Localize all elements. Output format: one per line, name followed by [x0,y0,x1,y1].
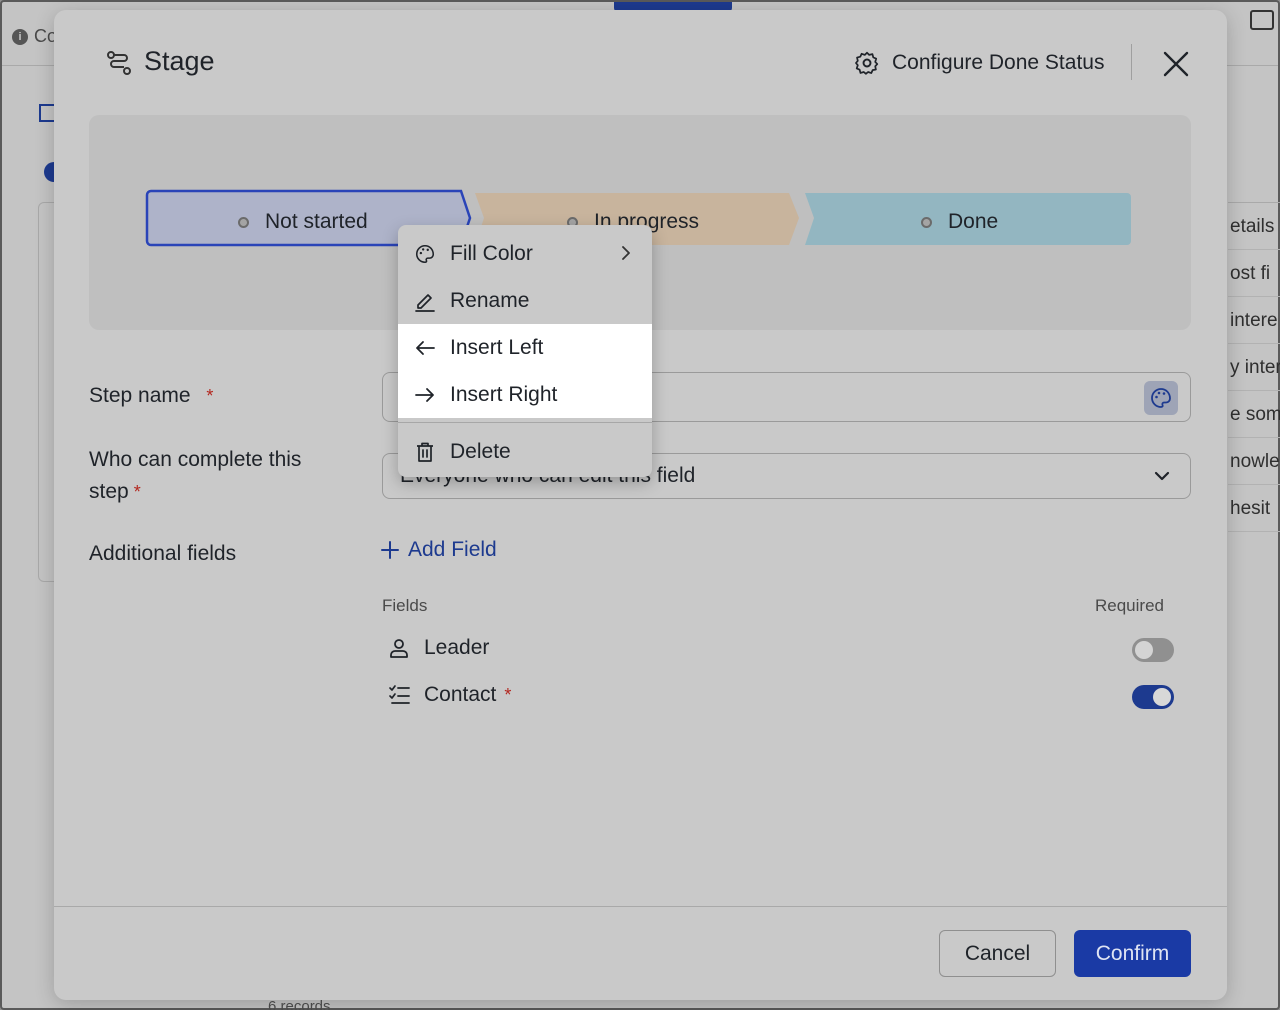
stage-not-started[interactable]: Not started [238,210,368,234]
menu-item-rename[interactable]: Rename [398,277,652,324]
arrow-left-icon [416,340,435,355]
menu-item-label: Insert Right [450,382,558,406]
background-column: etails ost fi intere y inter e som nowle… [1228,202,1280,582]
fields-column-header: Fields [382,596,428,615]
required-toggle-contact[interactable] [1132,685,1174,709]
who-label-line2: step [89,480,129,503]
step-name-text: Step name [89,384,191,407]
add-field-label: Add Field [408,538,497,561]
stage-label: Not started [265,210,368,233]
who-can-complete-label: Who can complete this step * [89,444,301,508]
checklist-icon [389,685,410,704]
required-star: * [128,482,141,502]
dialog-title: Stage [144,46,215,76]
stage-dialog: Stage Configure Done Status Not started … [54,10,1227,1000]
menu-item-label: Fill Color [450,241,533,265]
toggle-knob [1153,688,1171,706]
background-cell: ost fi [1228,250,1280,297]
arrow-right-icon [415,387,434,402]
configure-done-status-label: Configure Done Status [892,51,1105,74]
menu-item-label: Delete [450,439,511,463]
background-cell: hesit [1228,485,1280,532]
stage-dot-icon [238,216,249,228]
required-star: * [504,684,512,705]
field-row-leader: Leader [388,636,489,660]
required-column-header: Required [1095,596,1164,615]
menu-item-fill-color[interactable]: Fill Color [398,230,652,277]
chevron-right-icon [622,246,630,260]
stage-flow-icon [107,51,131,75]
background-cell: y inter [1228,344,1280,391]
palette-icon [416,244,435,263]
required-star: * [196,386,214,406]
background-cell: nowle [1228,438,1280,485]
monitor-icon [1250,10,1274,30]
chevron-down-icon [1154,471,1170,481]
toggle-knob [1135,641,1153,659]
pencil-icon [415,293,435,312]
gear-icon [855,51,879,75]
stage-dot-icon [921,216,932,228]
field-label: Contact [424,683,497,706]
trash-icon [417,442,433,462]
required-toggle-leader[interactable] [1132,638,1174,662]
background-cell: e som [1228,391,1280,438]
menu-divider [398,422,652,423]
menu-item-label: Rename [450,288,530,312]
header-divider [1131,44,1132,80]
field-label: Leader [424,636,490,659]
background-cell: intere [1228,297,1280,344]
background-cell: etails [1228,203,1280,250]
who-label-line1: Who can complete this [89,448,302,471]
stage-context-menu: Fill Color Rename Insert Left Insert Rig… [398,225,652,477]
add-field-button[interactable]: Add Field [380,538,497,562]
color-picker-button[interactable] [1144,381,1178,415]
confirm-button[interactable]: Confirm [1074,930,1191,977]
stage-done[interactable]: Done [921,210,998,234]
configure-done-status-button[interactable]: Configure Done Status [854,46,1104,80]
plus-icon [381,541,399,559]
cancel-button[interactable]: Cancel [939,930,1056,977]
palette-icon [1151,388,1171,408]
dialog-header: Stage Configure Done Status [54,10,1227,114]
close-icon[interactable] [1160,48,1192,80]
info-icon: i [12,28,28,45]
background-info: i Co [12,26,57,47]
menu-item-insert-left[interactable]: Insert Left [398,324,652,371]
menu-item-delete[interactable]: Delete [398,428,652,475]
field-row-contact: Contact * [388,683,511,707]
additional-fields-label: Additional fields [89,542,237,565]
step-name-label: Step name * [89,380,213,412]
menu-item-insert-right[interactable]: Insert Right [398,371,652,418]
menu-item-label: Insert Left [450,335,544,359]
footer-divider [54,906,1227,907]
person-icon [390,639,408,658]
stage-label: Done [948,210,999,233]
